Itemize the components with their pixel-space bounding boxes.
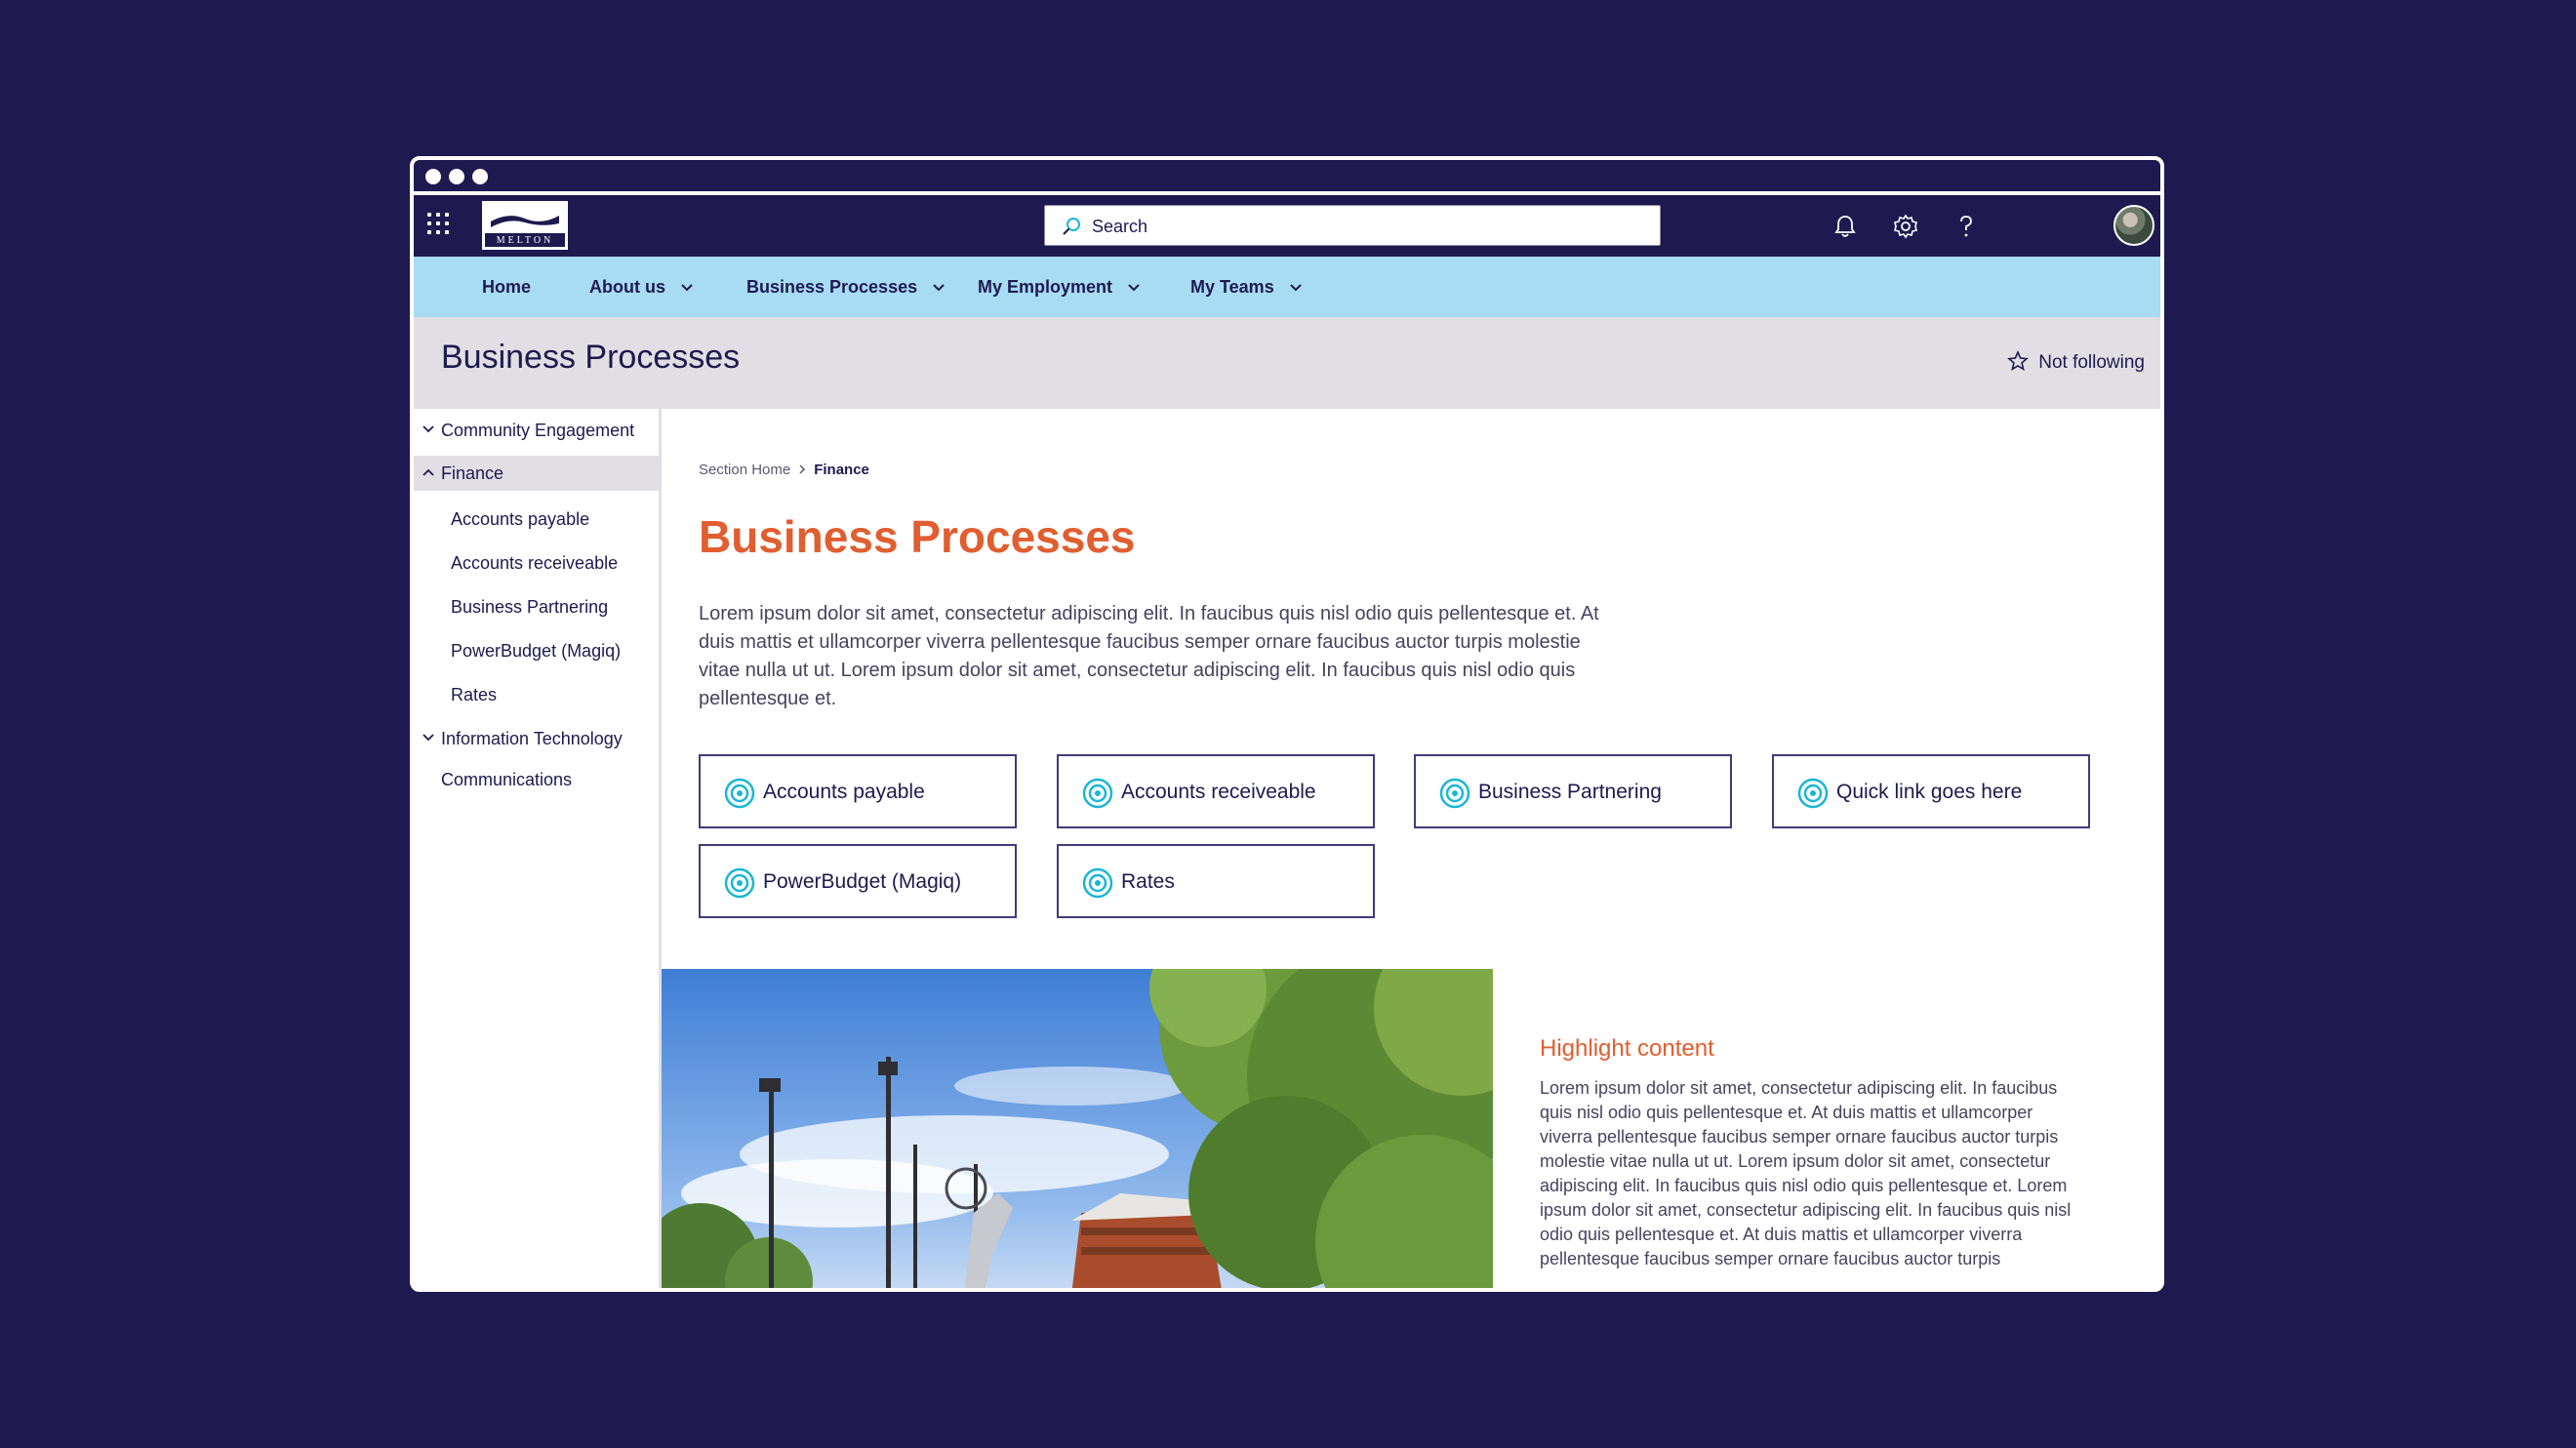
search-icon bbox=[1063, 218, 1080, 235]
page-header: Business Processes Not following bbox=[414, 317, 2160, 409]
target-icon bbox=[724, 778, 755, 809]
quick-link-label: Quick link goes here bbox=[1836, 781, 2023, 803]
window-titlebar bbox=[414, 160, 2160, 195]
quick-link-placeholder[interactable]: Quick link goes here bbox=[1772, 754, 2090, 828]
quick-link-label: PowerBudget (Magiq) bbox=[763, 870, 962, 893]
nav-item-label: Business Processes bbox=[746, 277, 918, 297]
nav-item-business-processes[interactable]: Business Processes bbox=[746, 257, 946, 317]
main-content: Section Home Finance Business Processes L… bbox=[662, 409, 2160, 1288]
nav-item-label: My Employment bbox=[978, 277, 1113, 297]
section-sidebar: Community Engagement Finance Accounts pa… bbox=[414, 409, 662, 1288]
quick-link-label: Accounts receiveable bbox=[1121, 781, 1316, 803]
target-icon bbox=[724, 867, 755, 899]
sidebar-item-community-engagement[interactable]: Community Engagement bbox=[414, 413, 659, 448]
nav-item-label: About us bbox=[589, 277, 665, 297]
quick-link-label: Rates bbox=[1121, 870, 1175, 893]
search-input[interactable] bbox=[1090, 212, 1640, 241]
browser-window: MELTON Home About us bbox=[410, 156, 2164, 1292]
highlight-title: Highlight content bbox=[1540, 1035, 1714, 1062]
sidebar-item-accounts-receiveable[interactable]: Accounts receiveable bbox=[451, 553, 618, 574]
top-navigation: Home About us Business Processes My Empl… bbox=[414, 257, 2160, 317]
nav-item-about-us[interactable]: About us bbox=[589, 257, 694, 317]
chevron-down-icon bbox=[933, 284, 945, 292]
content-title: Business Processes bbox=[699, 511, 1136, 562]
sidebar-item-communications[interactable]: Communications bbox=[441, 770, 572, 790]
chevron-down-icon bbox=[423, 734, 434, 742]
chevron-down-icon bbox=[423, 425, 434, 433]
quick-link-powerbudget[interactable]: PowerBudget (Magiq) bbox=[699, 844, 1017, 918]
avatar[interactable] bbox=[2113, 205, 2154, 246]
nav-item-label: My Teams bbox=[1190, 277, 1274, 297]
intro-text: Lorem ipsum dolor sit amet, consectetur … bbox=[699, 603, 1599, 709]
follow-label: Not following bbox=[2038, 352, 2145, 373]
chevron-down-icon bbox=[1290, 284, 1302, 292]
breadcrumb-current: Finance bbox=[814, 462, 869, 478]
follow-button[interactable]: Not following bbox=[2007, 349, 2145, 374]
breadcrumb: Section Home Finance bbox=[699, 462, 869, 478]
sidebar-item-business-partnering[interactable]: Business Partnering bbox=[451, 597, 608, 618]
window-dot-maximize[interactable] bbox=[472, 169, 488, 184]
chevron-right-icon bbox=[799, 464, 806, 474]
quick-link-label: Business Partnering bbox=[1478, 781, 1662, 803]
sidebar-item-finance[interactable]: Finance bbox=[414, 456, 659, 491]
target-icon bbox=[1082, 778, 1113, 809]
nav-item-my-teams[interactable]: My Teams bbox=[1190, 257, 1303, 317]
chevron-down-icon bbox=[681, 284, 693, 292]
window-dot-minimize[interactable] bbox=[449, 169, 464, 184]
quick-link-business-partnering[interactable]: Business Partnering bbox=[1414, 754, 1732, 828]
sidebar-item-label: Information Technology bbox=[441, 729, 623, 748]
app-launcher-icon[interactable] bbox=[427, 213, 453, 238]
quick-link-accounts-receiveable[interactable]: Accounts receiveable bbox=[1057, 754, 1375, 828]
nav-item-my-employment[interactable]: My Employment bbox=[978, 257, 1141, 317]
page-title: Business Processes bbox=[441, 339, 741, 376]
chevron-down-icon bbox=[1128, 284, 1140, 292]
breadcrumb-home-link[interactable]: Section Home bbox=[699, 462, 790, 478]
logo-text: MELTON bbox=[496, 235, 554, 246]
chevron-up-icon bbox=[423, 468, 434, 476]
nav-item-home[interactable]: Home bbox=[482, 257, 531, 317]
quick-link-rates[interactable]: Rates bbox=[1057, 844, 1375, 918]
sidebar-item-label: Community Engagement bbox=[441, 421, 635, 440]
quick-link-accounts-payable[interactable]: Accounts payable bbox=[699, 754, 1017, 828]
highlight-text: Lorem ipsum dolor sit amet, consectetur … bbox=[1540, 1078, 2072, 1268]
sidebar-item-information-technology[interactable]: Information Technology bbox=[414, 721, 659, 756]
gear-icon[interactable] bbox=[1891, 212, 1920, 241]
highlight-image bbox=[662, 969, 1493, 1288]
window-dot-close[interactable] bbox=[425, 169, 441, 184]
sidebar-item-rates[interactable]: Rates bbox=[451, 685, 497, 705]
target-icon bbox=[1439, 778, 1470, 809]
help-icon[interactable] bbox=[1952, 212, 1981, 241]
star-icon bbox=[2007, 349, 2030, 371]
sidebar-item-label: Finance bbox=[441, 463, 504, 483]
sidebar-item-accounts-payable[interactable]: Accounts payable bbox=[451, 509, 589, 530]
target-icon bbox=[1797, 778, 1829, 809]
melton-logo[interactable]: MELTON bbox=[482, 201, 568, 250]
target-icon bbox=[1082, 867, 1113, 899]
bell-icon[interactable] bbox=[1831, 212, 1860, 241]
search-box[interactable] bbox=[1044, 205, 1661, 246]
suite-header: MELTON bbox=[414, 195, 2160, 257]
nav-item-label: Home bbox=[482, 277, 532, 297]
sidebar-item-powerbudget[interactable]: PowerBudget (Magiq) bbox=[451, 641, 621, 662]
quick-link-label: Accounts payable bbox=[763, 781, 925, 803]
